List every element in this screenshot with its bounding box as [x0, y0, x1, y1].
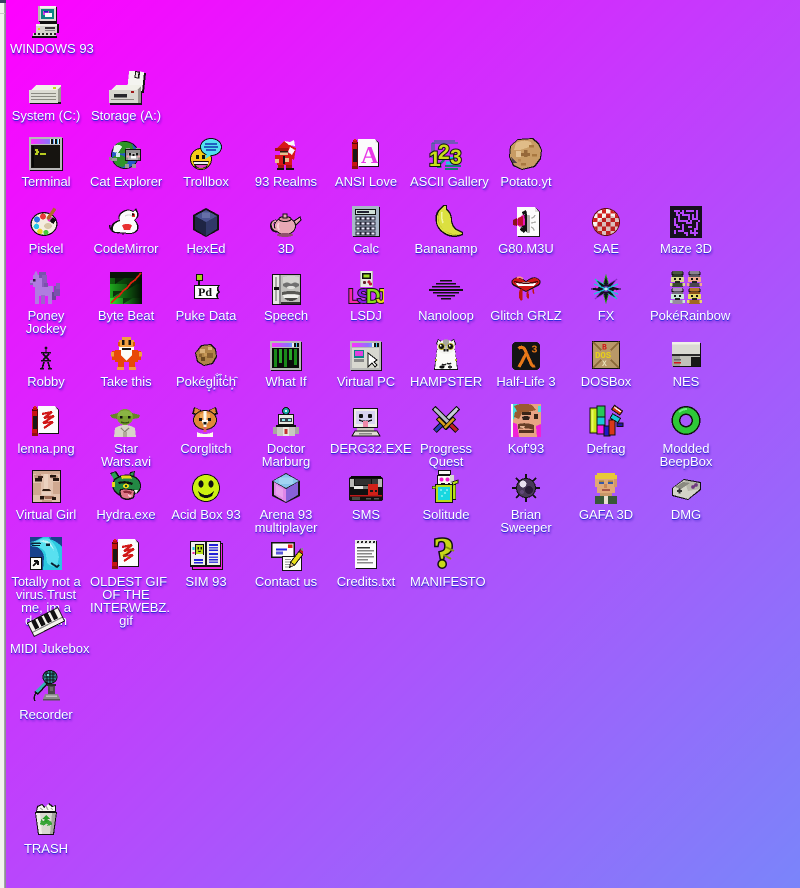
svg-text:3: 3	[532, 344, 538, 356]
svg-text:2: 2	[438, 141, 450, 164]
svg-text:J: J	[376, 286, 384, 305]
svg-text:3: 3	[450, 146, 462, 169]
svg-text:A: A	[361, 143, 379, 169]
svg-text:X: X	[602, 360, 607, 369]
svg-text:?: ?	[433, 537, 454, 571]
svg-text:Pd: Pd	[198, 285, 212, 299]
